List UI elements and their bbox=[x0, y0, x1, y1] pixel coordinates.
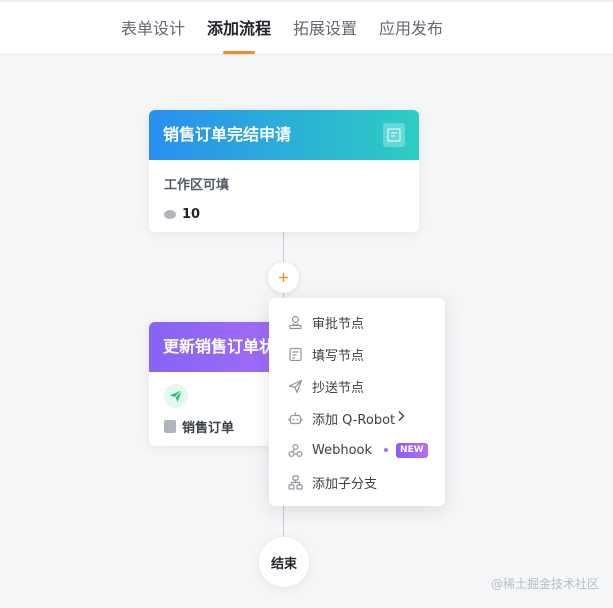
webhook-icon bbox=[287, 442, 303, 458]
menu-item-label: 审批节点 bbox=[312, 316, 365, 332]
field-count-row: 10 bbox=[164, 207, 404, 222]
end-node-label: 结束 bbox=[270, 556, 297, 572]
sparkle-dot-icon bbox=[384, 448, 389, 452]
add-node-button[interactable] bbox=[268, 262, 299, 293]
menu-item-label: 添加子分支 bbox=[312, 476, 378, 492]
tab-form-design[interactable]: 表单设计 bbox=[121, 0, 185, 54]
menu-item-cc-node[interactable]: 抄送节点 bbox=[269, 370, 445, 402]
menu-item-label: Webhook bbox=[312, 442, 373, 458]
end-node[interactable]: 结束 bbox=[259, 537, 309, 587]
menu-item-approval-node[interactable]: 审批节点 bbox=[269, 306, 445, 338]
menu-item-add-q-robot[interactable]: 添加 Q-Robot bbox=[269, 402, 445, 434]
new-badge: NEW bbox=[396, 442, 428, 458]
fill-form-icon bbox=[287, 346, 303, 362]
approver-icon bbox=[287, 314, 303, 330]
field-count: 10 bbox=[182, 207, 201, 222]
menu-item-label: 填写节点 bbox=[312, 348, 365, 364]
tab-app-publish[interactable]: 应用发布 bbox=[379, 0, 443, 54]
node-subtitle: 工作区可填 bbox=[164, 178, 230, 193]
form-name: 销售订单 bbox=[182, 421, 235, 436]
tab-list: 表单设计 添加流程 拓展设置 应用发布 bbox=[110, 0, 454, 54]
tab-add-process[interactable]: 添加流程 bbox=[207, 0, 271, 54]
chevron-right-icon bbox=[397, 410, 405, 426]
menu-item-label: 添加 Q-Robot bbox=[312, 412, 396, 428]
menu-item-fill-node[interactable]: 填写节点 bbox=[269, 338, 445, 370]
node-title: 销售订单完结申请 bbox=[163, 125, 292, 144]
form-name-row: 销售订单 bbox=[164, 417, 284, 436]
node-card-header: 销售订单完结申请 bbox=[149, 110, 419, 160]
connector-line-top bbox=[283, 232, 284, 262]
menu-item-label: 抄送节点 bbox=[312, 380, 365, 396]
menu-item-webhook[interactable]: Webhook NEW bbox=[269, 434, 445, 466]
tab-extension-settings[interactable]: 拓展设置 bbox=[293, 0, 357, 54]
plus-icon bbox=[279, 273, 288, 282]
node-card-completion-request[interactable]: 销售订单完结申请 工作区可填 10 bbox=[149, 110, 419, 232]
add-node-menu: 审批节点 填写节点 抄送节点 添加 Q-Robot Webhook NEW 添加… bbox=[269, 298, 445, 506]
cc-send-icon bbox=[287, 378, 303, 394]
branch-icon bbox=[287, 474, 303, 490]
top-tab-bar: 表单设计 添加流程 拓展设置 应用发布 bbox=[0, 0, 613, 55]
menu-item-add-sub-branch[interactable]: 添加子分支 bbox=[269, 466, 445, 498]
eye-icon bbox=[164, 210, 176, 219]
form-icon bbox=[164, 420, 176, 433]
send-icon bbox=[164, 384, 188, 408]
robot-icon bbox=[287, 410, 303, 426]
watermark: @稀土掘金技术社区 bbox=[490, 577, 599, 591]
form-edit-icon bbox=[383, 123, 405, 147]
